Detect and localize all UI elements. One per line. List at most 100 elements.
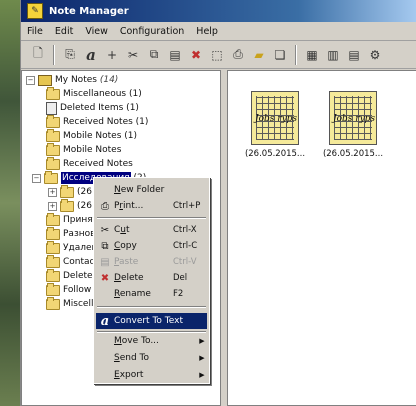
shortcut-label: F2: [173, 289, 184, 299]
tree-item[interactable]: Разнов: [46, 226, 95, 240]
tree-subitem[interactable]: + (26: [48, 198, 92, 212]
tree-item[interactable]: Удален: [46, 240, 97, 254]
tree-item-label: Deleted Items (1): [60, 103, 139, 113]
print-icon: ⎙: [101, 200, 109, 212]
print-icon[interactable]: ⎙: [229, 46, 247, 64]
notebook-icon: [38, 74, 52, 86]
tree-item-label: Received Notes: [63, 159, 133, 169]
font-icon[interactable]: a: [82, 46, 100, 64]
submenu-arrow-icon: ▶: [199, 354, 205, 362]
menu-item-move-to[interactable]: Move To... ▶: [96, 333, 207, 349]
window-title: Note Manager: [49, 5, 129, 17]
tree-item-received-notes[interactable]: Received Notes (1): [46, 114, 149, 128]
toolbar-separator: [295, 44, 297, 65]
expand-icon[interactable]: +: [48, 187, 57, 197]
more-icon[interactable]: ⚙: [366, 46, 384, 64]
menu-item-cut[interactable]: ✂ Cut Ctrl-X: [96, 222, 207, 238]
folder-icon: [46, 128, 60, 142]
folder-icon: [46, 282, 60, 296]
menu-item-new-folder[interactable]: New Folder: [96, 182, 207, 198]
menu-item-paste: ▤ Paste Ctrl-V: [96, 254, 207, 270]
large-icons-view-icon[interactable]: ▦: [303, 46, 321, 64]
menu-item-export[interactable]: Export ▶: [96, 367, 207, 383]
plus-icon[interactable]: +: [103, 46, 121, 64]
menu-view[interactable]: View: [79, 26, 114, 37]
title-bar: ✎ Note Manager: [21, 0, 416, 22]
tree-item-mobile-notes-2[interactable]: Mobile Notes: [46, 142, 121, 156]
properties-icon[interactable]: ⎘: [61, 46, 79, 64]
toolbar: 🗋 ⎘ a + ✂ ⧉ ▤ ✖ ⬚ ⎙ ▰ ❏ ▦ ▥ ▤ ⚙: [21, 41, 416, 69]
new-note-icon[interactable]: 🗋: [29, 46, 47, 64]
shortcut-label: Ctrl+P: [173, 201, 201, 211]
note-handwriting: Jobs ryps: [333, 114, 376, 124]
cut-icon: ✂: [100, 224, 110, 236]
tree-item-received-notes-2[interactable]: Received Notes: [46, 156, 133, 170]
menu-bar: File Edit View Configuration Help: [21, 22, 416, 41]
collapse-icon[interactable]: −: [26, 75, 35, 85]
note-handwriting: Jobs ryps: [255, 114, 298, 124]
tree-item[interactable]: Delete: [46, 268, 93, 282]
details-view-icon[interactable]: ▥: [324, 46, 342, 64]
desktop-background: [0, 0, 20, 406]
menu-item-delete[interactable]: ✖ Delete Del: [96, 270, 207, 286]
tree-subitem[interactable]: + (26: [48, 184, 92, 198]
tree-item-label: Miscellaneous (1): [63, 89, 142, 99]
tree-item-label: Mobile Notes (1): [63, 131, 137, 141]
select-icon[interactable]: ⬚: [208, 46, 226, 64]
menu-separator: [97, 217, 206, 219]
tree-item-mobile-notes[interactable]: Mobile Notes (1): [46, 128, 137, 142]
tree-root-label: My Notes: [55, 75, 97, 85]
note-caption: (26.05.2015...: [322, 149, 384, 159]
menu-item-copy[interactable]: ⧉ Copy Ctrl-C: [96, 238, 207, 254]
new-folder-icon[interactable]: ▰: [250, 46, 268, 64]
open-icon[interactable]: ❏: [271, 46, 289, 64]
tree-item-deleted-items[interactable]: Deleted Items (1): [46, 101, 139, 115]
folder-icon: [60, 198, 74, 212]
menu-item-send-to[interactable]: Send To ▶: [96, 350, 207, 366]
menu-help[interactable]: Help: [190, 26, 224, 37]
note-item[interactable]: Jobs ryps (26.05.2015...: [240, 91, 310, 159]
note-thumbnail: Jobs ryps: [329, 91, 377, 145]
notes-view[interactable]: Jobs ryps (26.05.2015... Jobs ryps (26.0…: [227, 70, 416, 406]
menu-edit[interactable]: Edit: [49, 26, 79, 37]
list-view-icon[interactable]: ▤: [345, 46, 363, 64]
tree-item-miscellaneous[interactable]: Miscellaneous (1): [46, 86, 142, 100]
submenu-arrow-icon: ▶: [199, 371, 205, 379]
main-content: − My Notes (14) Miscellaneous (1) Delete…: [21, 70, 416, 406]
tree-subitem-label: (26: [77, 187, 92, 197]
tree-item[interactable]: Miscella: [46, 296, 99, 310]
menu-item-print[interactable]: ⎙ Print... Ctrl+P: [96, 198, 207, 214]
expand-icon[interactable]: +: [48, 201, 57, 211]
tree-root[interactable]: − My Notes (14): [26, 74, 118, 86]
folder-icon: [46, 268, 60, 282]
font-a-icon: a: [100, 313, 110, 329]
delete-icon[interactable]: ✖: [187, 46, 205, 64]
menu-item-convert-to-text[interactable]: a Convert To Text: [96, 313, 207, 329]
copy-icon[interactable]: ⧉: [145, 46, 163, 64]
delete-icon: ✖: [100, 272, 110, 284]
note-manager-app-icon: ✎: [27, 3, 43, 19]
tree-item-label: Delete: [63, 271, 93, 281]
menu-item-rename[interactable]: Rename F2: [96, 286, 207, 302]
tree-item[interactable]: Принят: [46, 212, 98, 226]
tree-item[interactable]: Contact: [46, 254, 98, 268]
folder-icon: [60, 184, 74, 198]
shortcut-label: Ctrl-V: [173, 257, 197, 267]
collapse-icon[interactable]: −: [32, 173, 41, 183]
folder-icon: [46, 254, 60, 268]
toolbar-separator: [53, 44, 55, 65]
submenu-arrow-icon: ▶: [199, 337, 205, 345]
tree-subitem-label: (26: [77, 201, 92, 211]
copy-icon: ⧉: [101, 240, 109, 252]
menu-file[interactable]: File: [21, 26, 49, 37]
menu-configuration[interactable]: Configuration: [114, 26, 190, 37]
shortcut-label: Del: [173, 273, 188, 283]
context-menu: New Folder ⎙ Print... Ctrl+P ✂ Cut Ctrl-…: [93, 177, 210, 384]
note-item[interactable]: Jobs ryps (26.05.2015...: [318, 91, 388, 159]
shortcut-label: Ctrl-X: [173, 225, 197, 235]
cut-icon[interactable]: ✂: [124, 46, 142, 64]
folder-icon: [46, 142, 60, 156]
tree-item-label: Received Notes (1): [63, 117, 149, 127]
paste-icon[interactable]: ▤: [166, 46, 184, 64]
menu-item-label: Convert To Text: [114, 316, 183, 326]
